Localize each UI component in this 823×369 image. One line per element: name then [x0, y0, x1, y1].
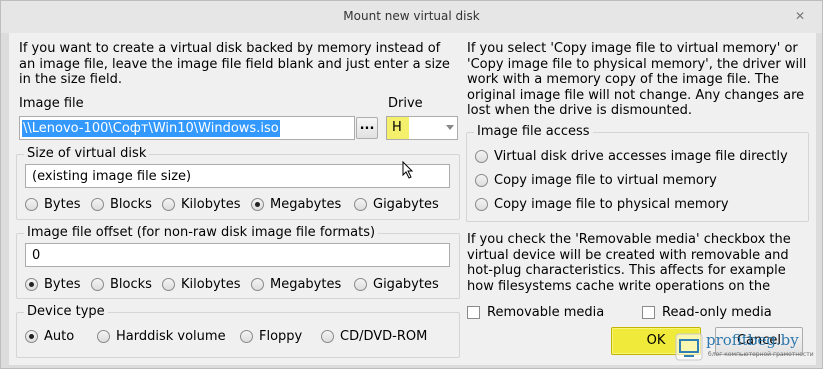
radio-selected-icon [25, 278, 38, 291]
close-icon[interactable]: ✕ [788, 6, 812, 26]
window-title: Mount new virtual disk [343, 9, 480, 23]
size-unit-bytes[interactable]: Bytes [25, 197, 80, 212]
chevron-down-icon [446, 125, 454, 130]
radio-icon [97, 330, 110, 343]
size-group-title: Size of virtual disk [24, 146, 150, 161]
offset-value: 0 [32, 248, 41, 263]
size-unit-gigabytes[interactable]: Gigabytes [354, 197, 439, 212]
mouse-cursor-icon [402, 161, 414, 179]
offset-unit-gigabytes[interactable]: Gigabytes [354, 277, 439, 292]
radio-icon [475, 150, 488, 163]
device-type-harddisk[interactable]: Harddisk volume [97, 329, 226, 344]
drive-select[interactable]: H [386, 116, 458, 140]
access-direct[interactable]: Virtual disk drive accesses image file d… [475, 149, 788, 164]
device-type-title: Device type [24, 304, 108, 319]
title-bar: Mount new virtual disk ✕ [1, 1, 822, 33]
watermark-tagline: блог компьютерной грамотности [708, 351, 814, 358]
radio-icon [25, 198, 38, 211]
size-unit-blocks[interactable]: Blocks [91, 197, 152, 212]
image-file-label: Image file [19, 96, 84, 111]
radio-icon [475, 198, 488, 211]
browse-button[interactable]: ... [356, 117, 378, 139]
radio-icon [321, 330, 334, 343]
offset-unit-kilobytes[interactable]: Kilobytes [162, 277, 241, 292]
device-type-auto[interactable]: Auto [25, 329, 74, 344]
image-file-value: \\Lenovo-100\Софт\Win10\Windows.iso [22, 120, 280, 137]
access-virtual-memory[interactable]: Copy image file to virtual memory [475, 173, 717, 188]
radio-icon [251, 278, 264, 291]
size-value: (existing image file size) [32, 169, 192, 184]
removable-info-text: If you check the 'Removable media' check… [467, 232, 791, 294]
size-input[interactable]: (existing image file size) [25, 164, 450, 188]
radio-icon [91, 198, 104, 211]
offset-unit-bytes[interactable]: Bytes [25, 277, 80, 292]
checkbox-icon [467, 306, 480, 319]
access-physical-memory[interactable]: Copy image file to physical memory [475, 197, 729, 212]
drive-label: Drive [388, 96, 423, 111]
device-type-floppy[interactable]: Floppy [240, 329, 302, 344]
dialog-window: Mount new virtual disk ✕ If you want to … [0, 0, 823, 369]
offset-unit-blocks[interactable]: Blocks [91, 277, 152, 292]
checkbox-icon [642, 306, 655, 319]
drive-value: H [387, 117, 409, 139]
radio-icon [354, 278, 367, 291]
copy-info-text: If you select 'Copy image file to virtua… [467, 41, 807, 118]
radio-selected-icon [251, 198, 264, 211]
size-unit-kilobytes[interactable]: Kilobytes [162, 197, 241, 212]
radio-icon [354, 198, 367, 211]
radio-icon [162, 198, 175, 211]
dialog-body: If you want to create a virtual disk bac… [9, 33, 816, 365]
radio-selected-icon [25, 330, 38, 343]
radio-icon [162, 278, 175, 291]
image-file-input[interactable]: \\Lenovo-100\Софт\Win10\Windows.iso [19, 116, 355, 140]
radio-icon [240, 330, 253, 343]
offset-group-title: Image file offset (for non-raw disk imag… [24, 225, 379, 240]
watermark-brand: profitbeg.by [706, 331, 799, 349]
device-type-cdrom[interactable]: CD/DVD-ROM [321, 329, 427, 344]
intro-text: If you want to create a virtual disk bac… [19, 41, 450, 87]
watermark-logo: profitbeg.by блог компьютерной грамотнос… [674, 329, 818, 365]
size-unit-megabytes[interactable]: Megabytes [251, 197, 341, 212]
radio-icon [91, 278, 104, 291]
image-file-access-title: Image file access [474, 124, 593, 139]
removable-media-checkbox[interactable]: Removable media [467, 305, 604, 320]
offset-input[interactable]: 0 [25, 243, 450, 267]
offset-unit-megabytes[interactable]: Megabytes [251, 277, 341, 292]
read-only-media-checkbox[interactable]: Read-only media [642, 305, 772, 320]
radio-icon [475, 174, 488, 187]
watermark-logo-icon [675, 333, 703, 361]
